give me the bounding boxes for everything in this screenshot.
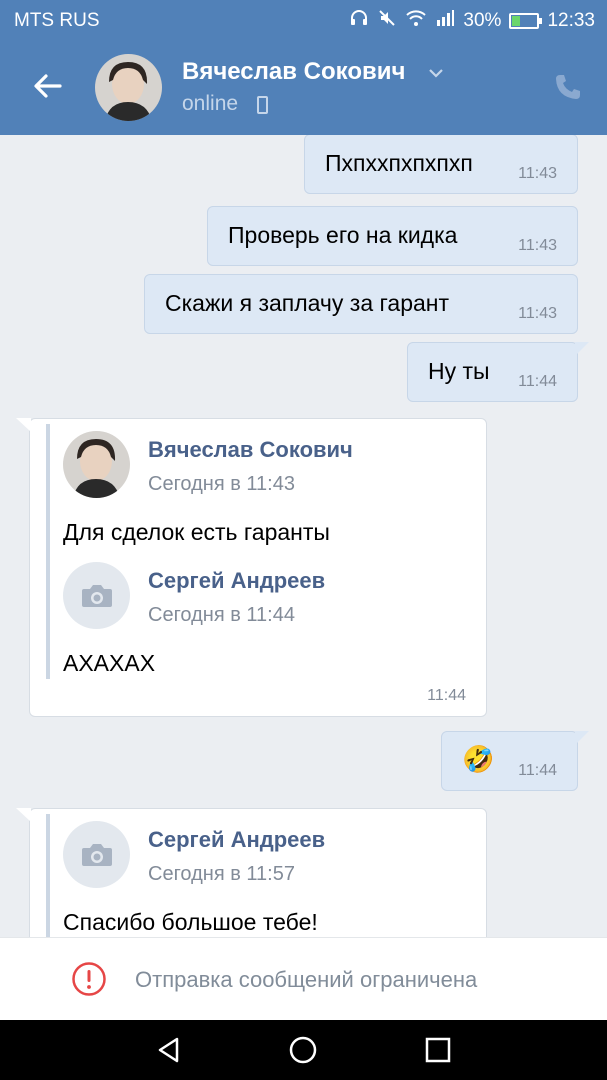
forward-text: АХАХАХ bbox=[63, 650, 156, 676]
forward-indicator bbox=[46, 424, 50, 679]
camera-icon[interactable] bbox=[63, 821, 130, 888]
message-text: Проверь его на кидка bbox=[228, 222, 458, 248]
message-text: Пхпххпхпхпхп bbox=[325, 150, 473, 176]
forward-author-avatar[interactable] bbox=[63, 431, 130, 498]
message-time: 11:43 bbox=[518, 237, 557, 254]
forward-author-name[interactable]: Сергей Андреев bbox=[148, 827, 325, 853]
chevron-down-icon[interactable] bbox=[428, 66, 444, 84]
navigation-bar bbox=[0, 1020, 607, 1080]
outgoing-message[interactable]: Ну ты 11:44 bbox=[407, 342, 589, 402]
contact-name[interactable]: Вячеслав Сокович bbox=[182, 58, 405, 86]
message-time: 11:44 bbox=[518, 373, 557, 390]
forward-date: Сегодня в 11:43 bbox=[148, 473, 295, 495]
message-time: 11:43 bbox=[518, 165, 557, 182]
restriction-text: Отправка сообщений ограничена bbox=[135, 967, 478, 992]
clock: 12:33 bbox=[547, 10, 595, 31]
outgoing-message[interactable]: 🤣 11:44 bbox=[441, 731, 589, 791]
contact-avatar[interactable] bbox=[95, 54, 162, 121]
camera-icon[interactable] bbox=[63, 562, 130, 629]
nav-home-icon[interactable] bbox=[287, 1034, 319, 1066]
phone-call-icon[interactable] bbox=[553, 72, 583, 107]
battery-icon bbox=[509, 13, 543, 29]
nav-back-icon[interactable] bbox=[153, 1034, 185, 1066]
alert-icon bbox=[71, 961, 107, 1002]
outgoing-message[interactable]: Скажи я заплачу за гарант 11:43 bbox=[144, 274, 578, 334]
headphones-icon bbox=[349, 8, 369, 34]
wifi-icon bbox=[405, 8, 427, 34]
mobile-device-icon bbox=[257, 96, 268, 114]
message-list[interactable]: Пхпххпхпхпхп 11:43 Проверь его на кидка … bbox=[0, 135, 607, 937]
outgoing-message[interactable]: Проверь его на кидка 11:43 bbox=[207, 206, 578, 266]
mute-icon bbox=[377, 8, 397, 34]
chat-header: Вячеслав Сокович online bbox=[0, 40, 607, 135]
forward-author-name[interactable]: Сергей Андреев bbox=[148, 568, 325, 594]
back-arrow-icon[interactable] bbox=[30, 68, 66, 104]
forward-text: Для сделок есть гаранты bbox=[63, 519, 330, 545]
message-time: 11:44 bbox=[518, 762, 557, 779]
message-time: 11:44 bbox=[427, 687, 466, 704]
battery-percent: 30% bbox=[463, 10, 502, 31]
emoji: 🤣 bbox=[462, 744, 495, 774]
carrier-name: MTS RUS bbox=[14, 10, 100, 31]
forward-indicator bbox=[46, 814, 50, 937]
message-text: Скажи я заплачу за гарант bbox=[165, 290, 450, 316]
message-text: Ну ты bbox=[428, 358, 490, 384]
nav-recents-icon[interactable] bbox=[422, 1034, 454, 1066]
incoming-message[interactable]: Сергей Андреев Сегодня в 11:57 Спасибо б… bbox=[16, 808, 487, 937]
forward-date: Сегодня в 11:44 bbox=[148, 604, 295, 626]
forward-text: Спасибо большое тебе! bbox=[63, 909, 318, 935]
incoming-message[interactable]: Вячеслав Сокович Сегодня в 11:43 Для сде… bbox=[16, 418, 487, 717]
online-status: online bbox=[182, 92, 239, 115]
forward-date: Сегодня в 11:57 bbox=[148, 863, 295, 885]
restriction-bar: Отправка сообщений ограничена bbox=[0, 937, 607, 1020]
signal-icon bbox=[435, 8, 455, 34]
outgoing-message[interactable]: Пхпххпхпхпхп 11:43 bbox=[304, 135, 578, 194]
message-time: 11:43 bbox=[518, 305, 557, 322]
status-bar: MTS RUS 30% 12:33 bbox=[0, 0, 607, 40]
forward-author-name[interactable]: Вячеслав Сокович bbox=[148, 437, 353, 463]
